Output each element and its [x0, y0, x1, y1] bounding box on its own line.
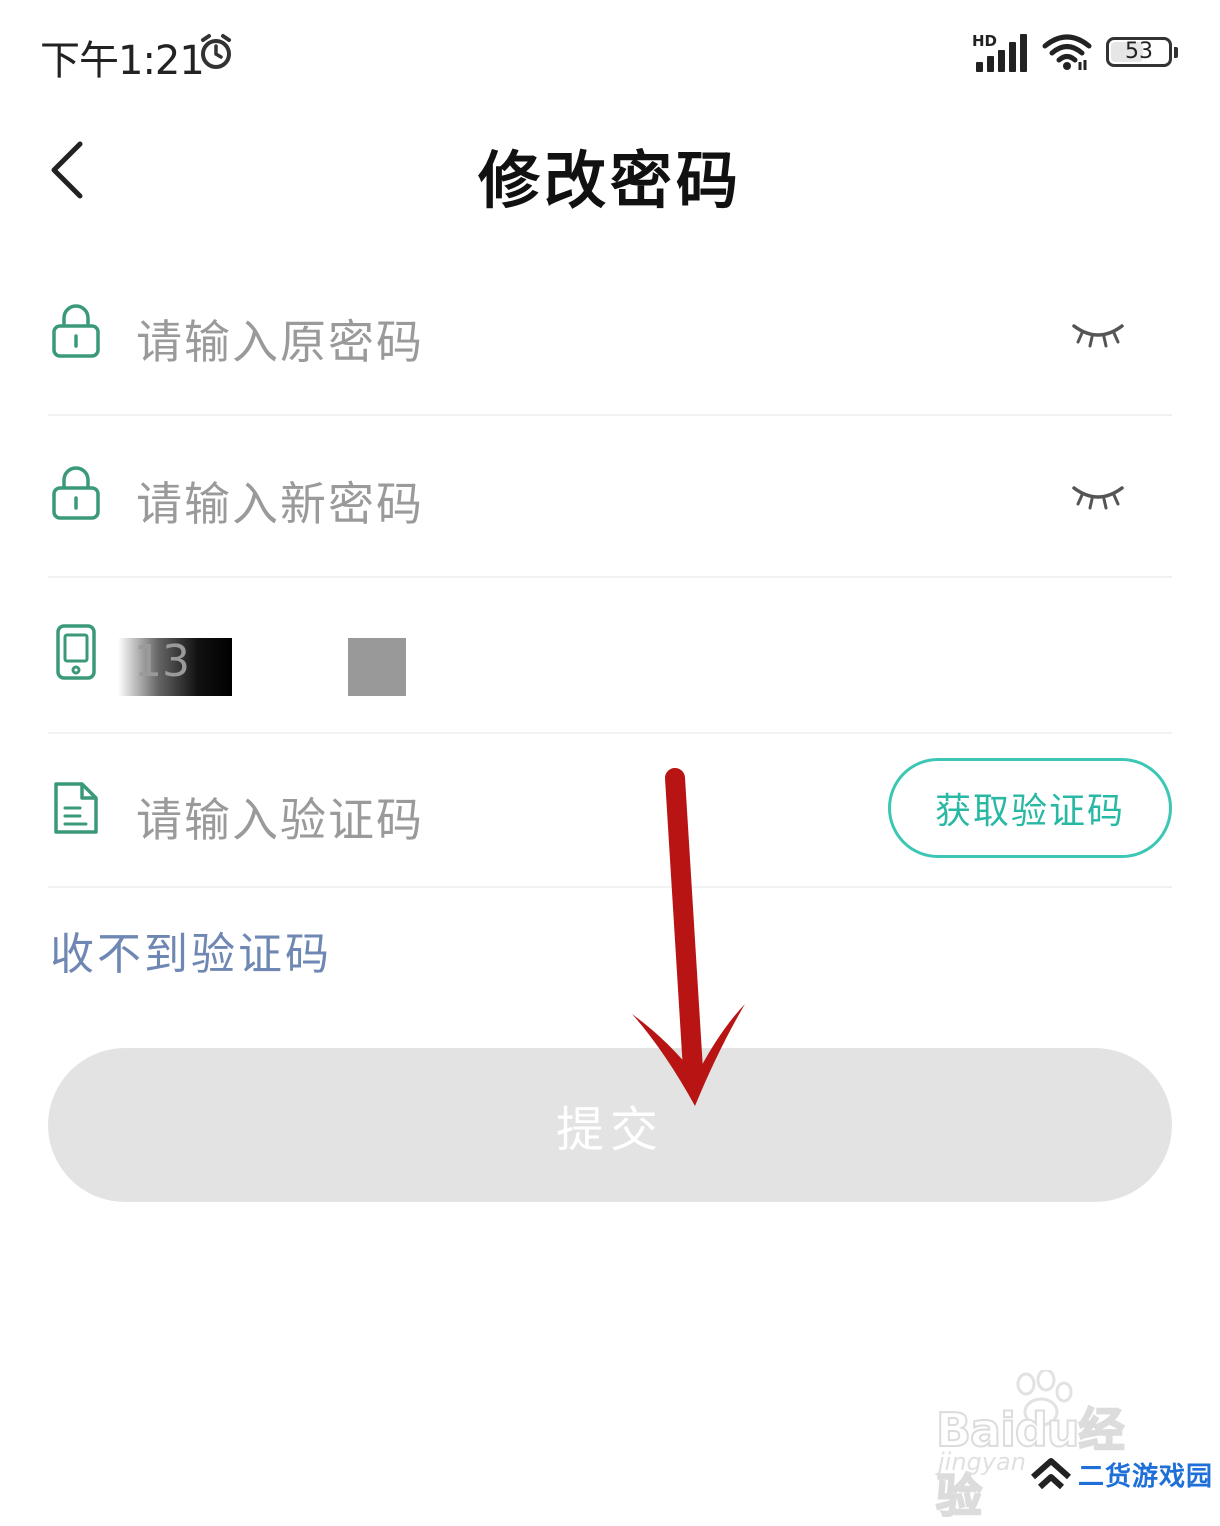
code-input[interactable]: 请输入验证码 — [136, 784, 424, 850]
new-password-row[interactable]: 请输入新密码 — [48, 416, 1172, 578]
submit-button[interactable]: 提交 — [48, 1048, 1172, 1202]
old-password-input[interactable]: 请输入原密码 — [136, 306, 424, 372]
site-watermark: 二货游戏园 — [1030, 1452, 1213, 1496]
network-label: HD — [972, 32, 998, 50]
phone-row[interactable]: 13 — [48, 578, 1172, 734]
status-time: 下午1:21 — [40, 38, 205, 84]
alarm-icon — [201, 34, 231, 69]
page-title: 修改密码 — [477, 144, 742, 217]
phone-icon — [56, 624, 96, 680]
wifi-icon — [1042, 34, 1092, 70]
site-watermark-text: 二货游戏园 — [1078, 1461, 1214, 1492]
lock-icon — [52, 304, 100, 358]
document-icon — [54, 782, 98, 834]
baidu-watermark-sub: jingyan — [938, 1448, 1026, 1476]
signal-icon: HD — [972, 32, 1028, 72]
status-icons: HD 53 — [972, 30, 1178, 74]
phone-value: 13 — [134, 636, 190, 687]
eye-closed-icon[interactable] — [1070, 318, 1126, 350]
battery-icon: 53 — [1106, 37, 1178, 67]
eye-closed-icon[interactable] — [1070, 480, 1126, 512]
get-code-button[interactable]: 获取验证码 — [888, 758, 1172, 858]
masked-phone-part — [348, 638, 406, 696]
old-password-row[interactable]: 请输入原密码 — [48, 250, 1172, 416]
lock-icon — [52, 466, 100, 520]
battery-level: 53 — [1125, 39, 1153, 64]
new-password-input[interactable]: 请输入新密码 — [136, 468, 424, 534]
site-logo-icon — [1031, 1458, 1071, 1490]
code-row[interactable]: 请输入验证码 获取验证码 — [48, 734, 1172, 888]
no-code-link[interactable]: 收不到验证码 — [50, 918, 332, 982]
